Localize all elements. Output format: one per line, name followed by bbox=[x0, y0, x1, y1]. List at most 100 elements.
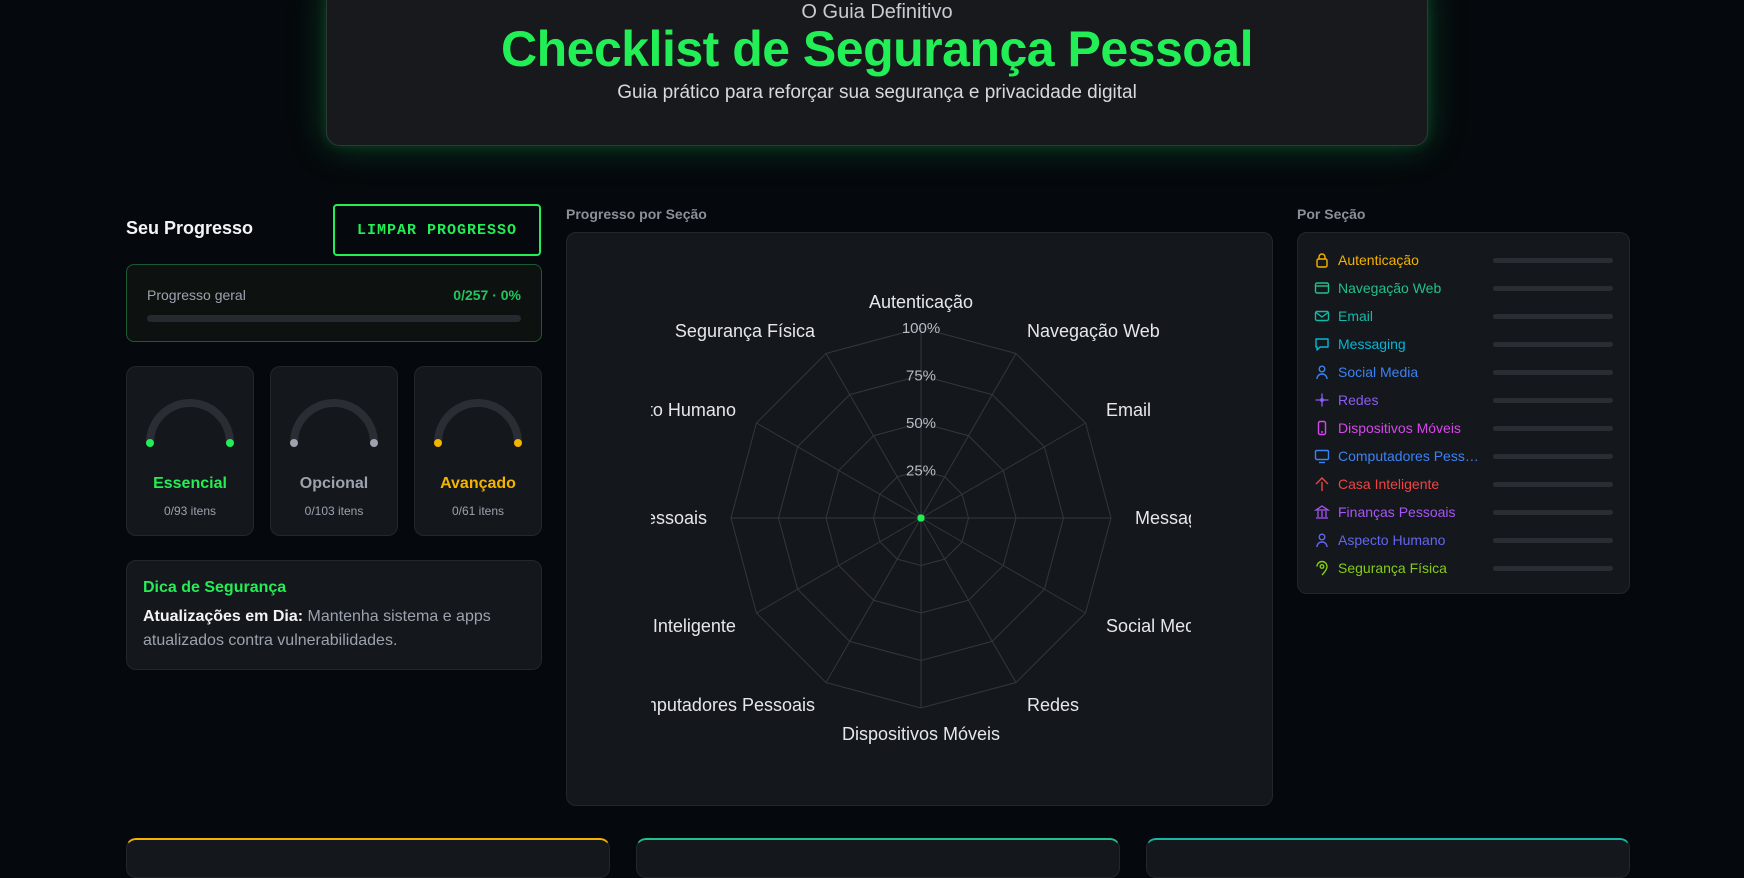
radar-data-point bbox=[917, 514, 925, 522]
section-progress-bar bbox=[1493, 285, 1613, 291]
radar-axis-label: Aspecto Humano bbox=[651, 400, 736, 420]
overall-progress-card: Progresso geral 0/257 · 0% bbox=[126, 264, 542, 342]
lock-icon bbox=[1314, 252, 1330, 268]
radar-axis-label: Dispositivos Móveis bbox=[842, 724, 1000, 744]
mail-icon bbox=[1314, 308, 1330, 324]
radar-axis-label: Finanças Pessoais bbox=[651, 508, 707, 528]
section-progress-bar bbox=[1493, 397, 1613, 403]
security-tip-title: Dica de Segurança bbox=[143, 579, 287, 596]
section-row[interactable]: Redes bbox=[1314, 388, 1613, 412]
section-row[interactable]: Navegação Web bbox=[1314, 276, 1613, 300]
radar-spoke bbox=[756, 422, 922, 519]
tier-card-avancado[interactable]: Avançado 0/61 itens bbox=[414, 366, 542, 536]
section-row[interactable]: Finanças Pessoais bbox=[1314, 500, 1613, 524]
section-progress-bar bbox=[1493, 425, 1613, 431]
section-row[interactable]: Segurança Física bbox=[1314, 556, 1613, 580]
radar-spoke bbox=[920, 517, 1086, 614]
radar-spoke bbox=[825, 517, 922, 683]
overall-progress-value: 0/257 · 0% bbox=[453, 287, 521, 303]
section-progress-bar bbox=[1493, 369, 1613, 375]
overall-progress-label: Progresso geral bbox=[147, 287, 246, 303]
tier-card-opcional[interactable]: Opcional 0/103 itens bbox=[270, 366, 398, 536]
radar-level-label: 25% bbox=[906, 463, 936, 480]
section-row[interactable]: Dispositivos Móveis bbox=[1314, 416, 1613, 440]
section-card-preview[interactable] bbox=[1146, 838, 1630, 878]
radar-axis-label: Email bbox=[1106, 400, 1151, 420]
section-row[interactable]: Autenticação bbox=[1314, 248, 1613, 272]
clear-progress-button[interactable]: LIMPAR PROGRESSO bbox=[333, 204, 541, 256]
sections-label: Por Seção bbox=[1297, 206, 1366, 222]
section-row[interactable]: Computadores Pessoais bbox=[1314, 444, 1613, 468]
section-progress-bar bbox=[1493, 509, 1613, 515]
tier-name-essencial: Essencial bbox=[153, 475, 227, 492]
tier-count-opcional: 0/103 itens bbox=[304, 504, 364, 518]
section-row-label: Segurança Física bbox=[1338, 560, 1447, 576]
tier-count-essencial: 0/93 itens bbox=[163, 504, 217, 518]
bank-icon bbox=[1314, 504, 1330, 520]
radar-axis-label: Segurança Física bbox=[675, 321, 816, 341]
tier-gauge-essencial bbox=[146, 399, 234, 447]
tier-gauge-avancado bbox=[434, 399, 522, 447]
section-progress-bar bbox=[1493, 565, 1613, 571]
section-progress-bar bbox=[1493, 341, 1613, 347]
radar-axis-label: Navegação Web bbox=[1027, 321, 1160, 341]
person-icon bbox=[1314, 532, 1330, 548]
tier-count-avancado: 0/61 itens bbox=[451, 504, 505, 518]
section-row[interactable]: Aspecto Humano bbox=[1314, 528, 1613, 552]
tier-card-essencial[interactable]: Essencial 0/93 itens bbox=[126, 366, 254, 536]
section-progress-bar bbox=[1493, 481, 1613, 487]
section-row[interactable]: Messaging bbox=[1314, 332, 1613, 356]
chat-icon bbox=[1314, 336, 1330, 352]
section-row-label: Dispositivos Móveis bbox=[1338, 420, 1461, 436]
security-tip-bold: Atualizações em Dia: bbox=[143, 608, 304, 625]
section-row[interactable]: Social Media bbox=[1314, 360, 1613, 384]
section-row-label: Messaging bbox=[1338, 336, 1406, 352]
section-card-preview[interactable] bbox=[636, 838, 1120, 878]
radar-axis-label: Casa Inteligente bbox=[651, 616, 736, 636]
page-title: Checklist de Segurança Pessoal bbox=[500, 21, 1254, 77]
radar-axis-label: Redes bbox=[1027, 695, 1079, 715]
tier-gauge-opcional bbox=[290, 399, 378, 447]
monitor-icon bbox=[1314, 448, 1330, 464]
tier-name-avancado: Avançado bbox=[440, 475, 516, 492]
user-icon bbox=[1314, 364, 1330, 380]
radar-axis-label: Social Media bbox=[1106, 616, 1191, 636]
radar-chart-card: 25% 50% 75% 100% Autenticação Navegação Web Em… bbox=[566, 232, 1273, 806]
radar-axis-label: Computadores Pessoais bbox=[651, 695, 815, 715]
overall-progress-bar bbox=[147, 315, 521, 322]
section-card-preview[interactable] bbox=[126, 838, 610, 878]
radar-level-label: 50% bbox=[906, 415, 936, 432]
radar-section-label: Progresso por Seção bbox=[566, 206, 707, 222]
section-row-label: Social Media bbox=[1338, 364, 1419, 380]
radar-axis-label: Autenticação bbox=[869, 292, 973, 312]
radar-level-label: 75% bbox=[906, 368, 936, 385]
section-progress-bar bbox=[1493, 453, 1613, 459]
security-tip-body: Atualizações em Dia: Mantenha sistema e … bbox=[143, 605, 525, 653]
section-row-label: Finanças Pessoais bbox=[1338, 504, 1456, 520]
sections-list: Autenticação Navegação Web Email Messaging S… bbox=[1297, 232, 1630, 594]
security-tip-card: Dica de Segurança Atualizações em Dia: M… bbox=[126, 560, 542, 670]
hero-banner: O Guia Definitivo Checklist de Segurança… bbox=[326, 0, 1428, 146]
tier-name-opcional: Opcional bbox=[299, 475, 369, 492]
home-icon bbox=[1314, 476, 1330, 492]
section-row-label: Aspecto Humano bbox=[1338, 532, 1446, 548]
section-row-label: Casa Inteligente bbox=[1338, 476, 1440, 492]
radar-spoke bbox=[756, 517, 922, 614]
radar-spoke bbox=[920, 422, 1086, 519]
browser-icon bbox=[1314, 280, 1330, 296]
section-row-label: Computadores Pessoais bbox=[1338, 448, 1486, 464]
section-progress-bar bbox=[1493, 257, 1613, 263]
section-row[interactable]: Email bbox=[1314, 304, 1613, 328]
phone-icon bbox=[1314, 420, 1330, 436]
section-progress-bar bbox=[1493, 313, 1613, 319]
radar-spoke bbox=[920, 517, 1017, 683]
section-row[interactable]: Casa Inteligente bbox=[1314, 472, 1613, 496]
section-row-label: Autenticação bbox=[1338, 252, 1419, 268]
section-row-label: Redes bbox=[1338, 392, 1379, 408]
network-icon bbox=[1314, 392, 1330, 408]
section-row-label: Navegação Web bbox=[1338, 280, 1442, 296]
radar-chart: 25% 50% 75% 100% Autenticação Navegação Web Em… bbox=[651, 292, 1191, 744]
radar-level-label: 100% bbox=[902, 320, 940, 337]
location-pin-icon bbox=[1314, 560, 1330, 576]
section-row-label: Email bbox=[1338, 308, 1374, 324]
